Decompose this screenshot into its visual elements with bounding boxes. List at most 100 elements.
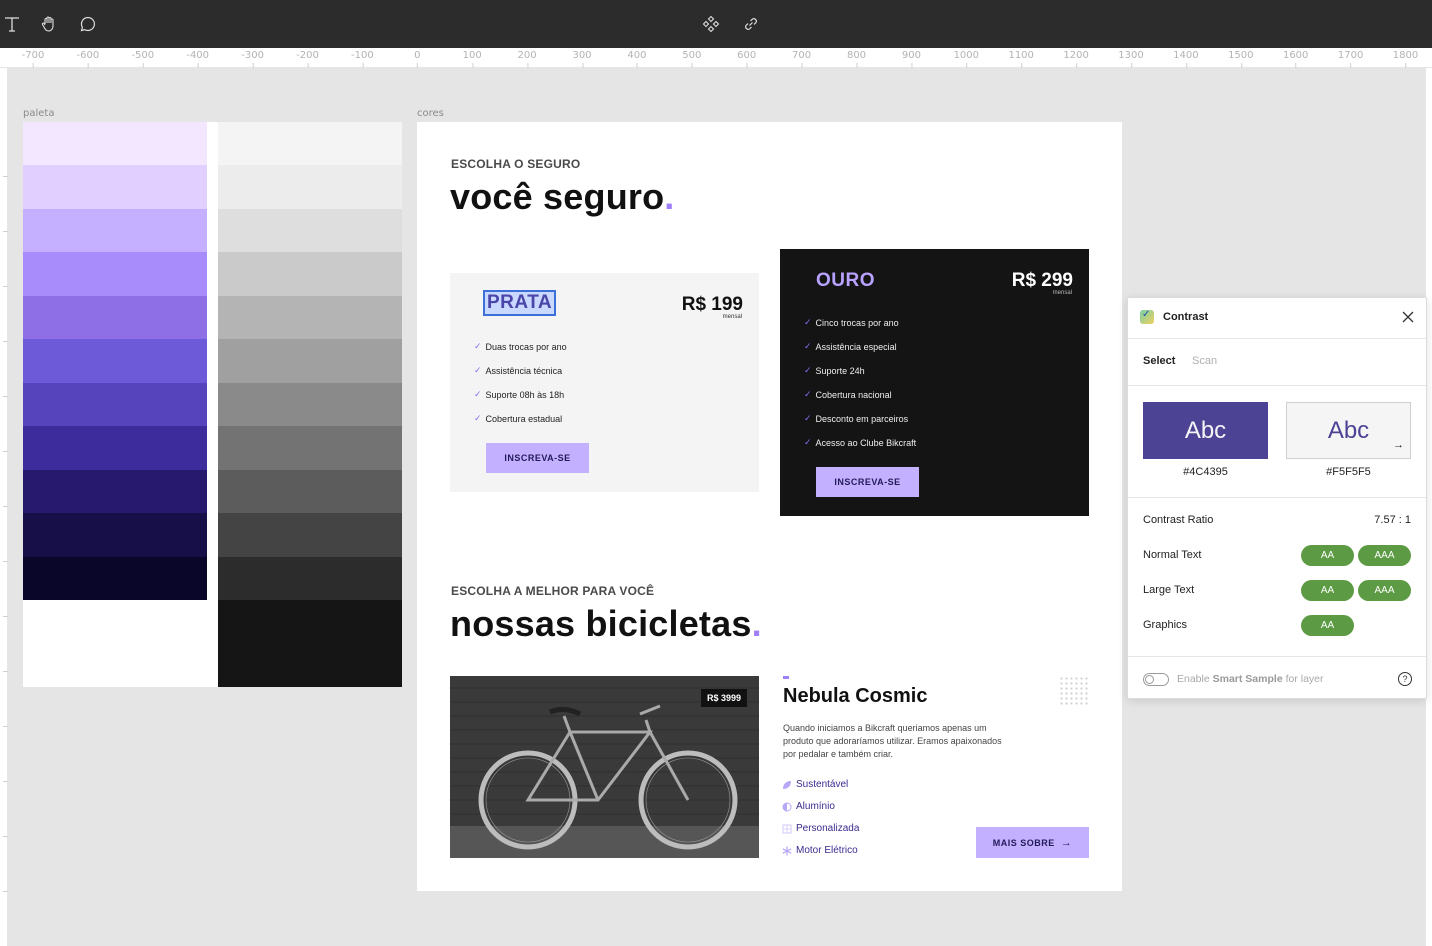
hand-icon[interactable] bbox=[37, 12, 61, 36]
close-icon[interactable] bbox=[1400, 309, 1416, 325]
ruler-tick: 700 bbox=[792, 50, 812, 68]
more-about-button[interactable]: MAIS SOBRE → bbox=[976, 827, 1089, 858]
ruler-tick: -200 bbox=[296, 50, 319, 68]
purple-swatch[interactable] bbox=[23, 165, 207, 209]
frame-label-cores[interactable]: cores bbox=[417, 108, 444, 119]
property-item: Alumínio bbox=[782, 801, 835, 812]
ruler-tick: 1600 bbox=[1282, 50, 1309, 68]
ouro-title: OURO bbox=[816, 270, 875, 291]
large-text-aaa-badge: AAA bbox=[1358, 580, 1411, 601]
purple-swatch[interactable] bbox=[23, 208, 207, 253]
leaf-icon bbox=[783, 780, 791, 789]
ruler-tick: -500 bbox=[131, 50, 155, 68]
frame-label-paleta[interactable]: paleta bbox=[23, 108, 54, 119]
component-icon[interactable] bbox=[699, 12, 723, 36]
bike-price-tag: R$ 3999 bbox=[701, 689, 748, 707]
gray-swatch[interactable] bbox=[218, 165, 402, 209]
ruler-tick: 400 bbox=[627, 50, 647, 68]
purple-swatch[interactable] bbox=[23, 426, 207, 470]
panel-title: Contrast bbox=[1163, 311, 1209, 323]
insurance-title: você seguro. bbox=[450, 176, 675, 217]
check-icon: ✓ bbox=[804, 413, 812, 423]
purple-swatch[interactable] bbox=[23, 382, 207, 427]
gray-swatch[interactable] bbox=[218, 122, 402, 166]
foreground-hex: #4C4395 bbox=[1183, 466, 1228, 478]
smart-sample-toggle[interactable] bbox=[1143, 673, 1169, 686]
ruler-tick: -700 bbox=[21, 50, 45, 68]
gray-swatch[interactable] bbox=[218, 382, 402, 427]
ruler-tick: -100 bbox=[351, 50, 374, 68]
gray-swatch[interactable] bbox=[218, 339, 402, 383]
check-icon: ✓ bbox=[804, 437, 812, 447]
contrast-app-icon: ✓ bbox=[1140, 309, 1154, 324]
purple-swatch[interactable] bbox=[23, 252, 207, 296]
gray-swatch[interactable] bbox=[218, 426, 402, 470]
gray-swatch[interactable] bbox=[218, 513, 402, 557]
ruler-tick: 1300 bbox=[1118, 50, 1144, 68]
ruler-tick: 100 bbox=[462, 50, 482, 68]
swap-arrow-icon[interactable]: → bbox=[1393, 439, 1404, 451]
vertical-ruler bbox=[0, 68, 8, 946]
prata-feature: ✓ Suporte 08h às 18h bbox=[474, 389, 565, 400]
normal-text-aaa-badge: AAA bbox=[1358, 545, 1411, 566]
prata-feature: ✓ Assistência técnica bbox=[474, 365, 563, 376]
purple-swatch[interactable] bbox=[23, 122, 207, 166]
contrast-ratio-value: 7.57 : 1 bbox=[1374, 514, 1411, 526]
ruler-tick: 1400 bbox=[1173, 50, 1199, 68]
ruler-tick: 600 bbox=[737, 50, 757, 68]
purple-swatch[interactable] bbox=[23, 295, 207, 340]
property-item: Sustentável bbox=[782, 779, 848, 790]
gray-swatch[interactable] bbox=[218, 208, 402, 253]
check-icon: ✓ bbox=[474, 389, 482, 399]
purple-swatch[interactable] bbox=[23, 469, 207, 514]
ouro-feature: ✓ Suporte 24h bbox=[804, 365, 865, 376]
gray-swatch[interactable] bbox=[218, 556, 402, 601]
product-title: Nebula Cosmic bbox=[783, 685, 928, 707]
comment-icon[interactable] bbox=[76, 12, 100, 36]
snowflake-icon bbox=[782, 846, 792, 855]
check-icon: ✓ bbox=[474, 341, 482, 351]
ouro-feature: ✓ Assistência especial bbox=[804, 341, 897, 352]
ruler-tick: 1200 bbox=[1063, 50, 1089, 68]
tab-scan[interactable]: Scan bbox=[1192, 355, 1217, 367]
help-icon[interactable]: ? bbox=[1398, 672, 1412, 686]
ruler-tick: 200 bbox=[517, 50, 537, 68]
check-icon: ✓ bbox=[804, 389, 812, 399]
gray-swatch[interactable] bbox=[218, 252, 402, 296]
purple-swatch[interactable] bbox=[23, 556, 207, 601]
large-text-label: Large Text bbox=[1143, 584, 1195, 596]
arrow-right-icon: → bbox=[1060, 836, 1073, 849]
graphics-aa-badge: AA bbox=[1301, 615, 1354, 636]
check-icon: ✓ bbox=[804, 341, 812, 351]
prata-subscribe-button[interactable]: INSCREVA-SE bbox=[486, 443, 589, 473]
ruler-tick: 1800 bbox=[1392, 50, 1419, 68]
foreground-sample[interactable]: Abc bbox=[1143, 402, 1268, 459]
link-icon[interactable] bbox=[739, 12, 763, 36]
check-icon: ✓ bbox=[804, 365, 812, 375]
prata-period: mensal bbox=[722, 314, 742, 320]
purple-swatch[interactable] bbox=[23, 339, 207, 383]
prata-price: R$ 199 bbox=[681, 294, 743, 315]
ouro-feature: ✓ Acesso ao Clube Bikcraft bbox=[804, 437, 917, 448]
ruler-tick: 1700 bbox=[1337, 50, 1364, 68]
bikes-title: nossas bicicletas. bbox=[450, 603, 762, 644]
accent-bar bbox=[783, 676, 789, 679]
palette-frame[interactable] bbox=[23, 122, 402, 687]
check-icon: ✓ bbox=[474, 365, 482, 375]
gray-swatch[interactable] bbox=[218, 469, 402, 514]
prata-title[interactable]: PRATA bbox=[482, 290, 557, 316]
ouro-feature: ✓ Desconto em parceiros bbox=[804, 413, 909, 424]
purple-swatch[interactable] bbox=[23, 513, 207, 557]
ouro-subscribe-button[interactable]: INSCREVA-SE bbox=[816, 467, 919, 497]
top-toolbar bbox=[0, 0, 1432, 48]
ruler-tick: 1100 bbox=[1008, 50, 1034, 68]
pattern-icon bbox=[782, 824, 792, 833]
gray-swatch[interactable] bbox=[218, 600, 402, 687]
check-icon: ✓ bbox=[804, 317, 812, 327]
gray-swatch[interactable] bbox=[218, 295, 402, 340]
tab-select[interactable]: Select bbox=[1143, 355, 1175, 367]
bikes-eyebrow: ESCOLHA A MELHOR PARA VOCÊ bbox=[451, 584, 655, 598]
half-circle-icon bbox=[782, 802, 792, 811]
text-icon[interactable] bbox=[0, 12, 24, 36]
ouro-price: R$ 299 bbox=[1011, 270, 1073, 291]
